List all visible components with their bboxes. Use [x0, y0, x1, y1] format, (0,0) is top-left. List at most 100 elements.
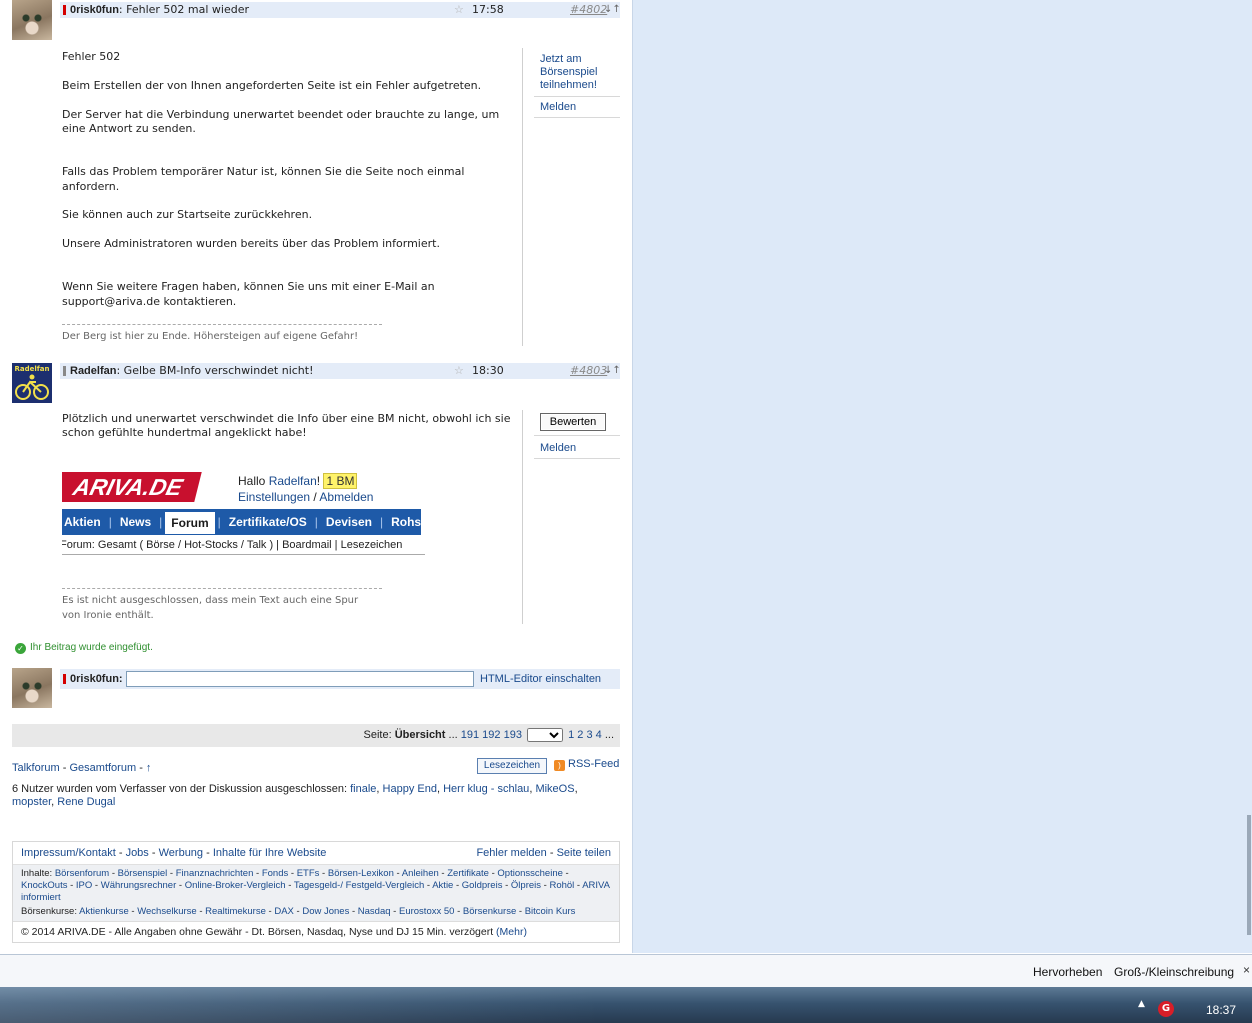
excluded-user[interactable]: Rene Dugal [57, 796, 115, 808]
page-4[interactable]: 4 [596, 729, 602, 741]
excluded-user[interactable]: finale [350, 783, 376, 795]
footer-inhalte: Inhalte: Börsenforum - Börsenspiel - Fin… [13, 865, 619, 921]
greeting: Hallo Radelfan! 1 BM [238, 473, 358, 489]
melden-link[interactable]: Melden [534, 436, 620, 459]
avatar-0risk0fun[interactable] [12, 668, 52, 708]
nav-devisen: Devisen [325, 515, 372, 529]
post-side-divider [522, 410, 523, 624]
read-marker [63, 366, 66, 376]
signature-divider [62, 324, 382, 325]
excluded-user[interactable]: Happy End [383, 783, 437, 795]
gesamtforum-link[interactable]: Gesamtforum [69, 762, 136, 774]
signature: Der Berg ist hier zu Ende. Höhersteigen … [62, 331, 359, 342]
nav-aktien: Aktien [64, 515, 101, 529]
avatar-radelfan[interactable]: Radelfan [12, 363, 52, 403]
nav-rohstoffe: Rohst [391, 515, 425, 529]
page-191[interactable]: 191 [461, 729, 479, 741]
page-select[interactable] [527, 728, 564, 743]
bm-badge: 1 BM [323, 473, 358, 489]
post-number-link[interactable]: #4803 [570, 363, 607, 379]
nav-zertifikate: Zertifikate/OS [228, 515, 307, 529]
post-nav-arrows-icon[interactable]: ↓↑ [604, 363, 621, 379]
post-body-4803: Plötzlich und unerwartet verschwindet di… [62, 412, 514, 441]
reply-input[interactable] [126, 671, 474, 687]
post-side-actions: Bewerten Melden [534, 411, 620, 459]
page-193[interactable]: 193 [504, 729, 522, 741]
reply-author: 0risk0fun [70, 673, 119, 685]
post-text: Falls das Problem temporärer Natur ist, … [62, 165, 465, 193]
post-time: 17:58 [472, 3, 504, 16]
melden-link[interactable]: Melden [534, 97, 620, 118]
bicycle-icon [15, 374, 49, 400]
signature-divider [62, 588, 382, 589]
avatar-label: Radelfan [14, 365, 50, 373]
antivirus-tray-icon[interactable]: G [1158, 1001, 1174, 1017]
check-icon: ✓ [15, 643, 26, 654]
post-time: 18:30 [472, 364, 504, 377]
excluded-user[interactable]: MikeOS [535, 783, 574, 795]
footer-link[interactable]: Impressum/Kontakt [21, 847, 116, 859]
fehler-melden-link[interactable]: Fehler melden [476, 847, 546, 859]
forum-page: 0risk0fun: Fehler 502 mal wieder ☆ 17:58… [0, 0, 632, 953]
post-text: Wenn Sie weitere Fragen haben, können Si… [62, 280, 435, 308]
windows-taskbar: ▲ G 18:37 [0, 987, 1252, 1023]
avatar-0risk0fun[interactable] [12, 0, 52, 40]
html-editor-toggle[interactable]: HTML-Editor einschalten [480, 673, 601, 685]
embedded-subnav: Forum: Gesamt ( Börse / Hot-Stocks / Tal… [62, 539, 425, 555]
nav-forum: Forum [164, 511, 216, 535]
page-2[interactable]: 2 [577, 729, 583, 741]
post-side-divider [522, 48, 523, 346]
boersenspiel-link[interactable]: Jetzt am Börsenspiel teilnehmen! [534, 49, 620, 97]
find-bar: Hervorheben Groß-/Kleinschreibung × [0, 954, 1252, 987]
mehr-link[interactable]: (Mehr) [496, 926, 527, 938]
reply-bar: 0risk0fun: HTML-Editor einschalten [60, 669, 620, 689]
scroll-up-icon[interactable]: ↑ [146, 762, 152, 774]
footer-link[interactable]: Inhalte für Ihre Website [213, 847, 327, 859]
page-background-right [632, 0, 1252, 953]
lesezeichen-button[interactable]: Lesezeichen [477, 758, 547, 774]
pager-label: Seite: [363, 729, 392, 741]
highlight-toggle[interactable]: Hervorheben [1033, 965, 1102, 979]
excluded-user[interactable]: Herr klug - schlau [443, 783, 529, 795]
post-author[interactable]: 0risk0fun [70, 4, 119, 16]
footer-link[interactable]: Jobs [126, 847, 149, 859]
close-icon[interactable]: × [1243, 963, 1250, 977]
excluded-user[interactable]: mopster [12, 796, 51, 808]
post-text: Unsere Administratoren wurden bereits üb… [62, 237, 440, 251]
post-nav-arrows-icon[interactable]: ↓↑ [604, 2, 621, 18]
ariva-logo: ARIVA.DE [62, 472, 202, 502]
rss-feed-link[interactable]: ) RSS-Feed [554, 758, 619, 771]
post-text: Fehler 502 [62, 50, 121, 63]
post-title: Fehler 502 mal wieder [126, 3, 250, 16]
tray-expand-icon[interactable]: ▲ [1138, 999, 1145, 1009]
post-author[interactable]: Radelfan [70, 365, 116, 377]
embedded-nav: Aktien | News | Forum | Zertifikate/OS | Devisen… [62, 509, 425, 535]
post-text: Sie können auch zur Startseite zurückkeh… [62, 208, 313, 222]
page-3[interactable]: 3 [586, 729, 592, 741]
post-number-link[interactable]: #4802 [570, 2, 607, 18]
taskbar-clock[interactable]: 18:37 [1206, 1003, 1236, 1017]
post-body-4802: Fehler 502 Beim Erstellen der von Ihnen … [62, 50, 517, 309]
page-192[interactable]: 192 [482, 729, 500, 741]
bewerten-button[interactable]: Bewerten [540, 413, 606, 431]
unread-marker [63, 674, 66, 684]
rss-icon: ) [554, 760, 565, 771]
star-icon[interactable]: ☆ [454, 2, 464, 18]
post-text: Beim Erstellen der von Ihnen angefordert… [62, 78, 482, 92]
star-icon[interactable]: ☆ [454, 363, 464, 379]
post-text: Plötzlich und unerwartet verschwindet di… [62, 412, 511, 440]
success-message: ✓ Ihr Beitrag wurde eingefügt. [15, 642, 153, 654]
unread-marker [63, 5, 66, 15]
scrollbar-thumb[interactable] [1247, 815, 1251, 935]
post-title: Gelbe BM-Info verschwindet nicht! [123, 364, 314, 377]
post-header-4803: Radelfan: Gelbe BM-Info verschwindet nic… [60, 363, 621, 379]
talkforum-link[interactable]: Talkforum [12, 762, 60, 774]
footer-link[interactable]: Werbung [159, 847, 203, 859]
pager-overview[interactable]: Übersicht [395, 729, 446, 741]
post-side-actions: Jetzt am Börsenspiel teilnehmen! Melden [534, 49, 620, 118]
case-sensitive-toggle[interactable]: Groß-/Kleinschreibung [1114, 965, 1234, 979]
site-footer: Impressum/Kontakt - Jobs - Werbung - Inh… [12, 841, 620, 943]
seite-teilen-link[interactable]: Seite teilen [557, 847, 611, 859]
embedded-screenshot: ARIVA.DE Hallo Radelfan! 1 BM Einstellun… [62, 467, 425, 557]
page-1[interactable]: 1 [568, 729, 574, 741]
